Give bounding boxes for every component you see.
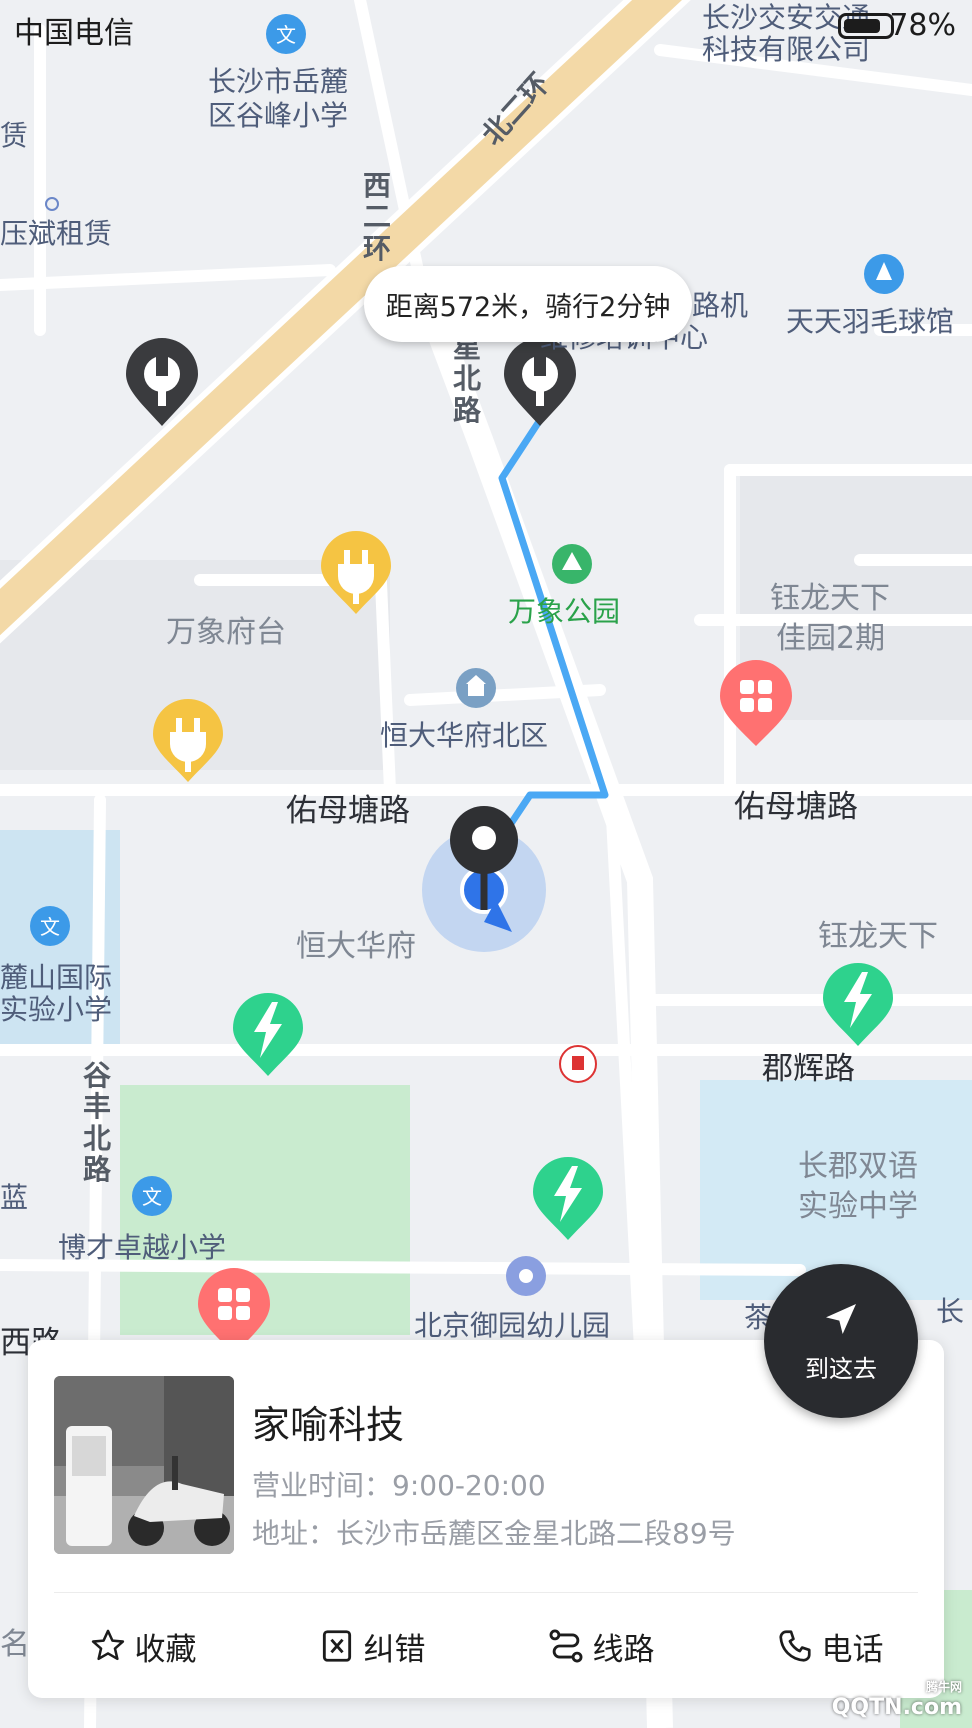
road-label: 郡辉路 [762, 1051, 855, 1087]
route-button[interactable]: 线路 [486, 1598, 715, 1694]
map-label: 赁 [0, 119, 29, 152]
route-label: 线路 [592, 1631, 655, 1668]
map-label: 区谷峰小学 [208, 99, 349, 132]
report-error-button[interactable]: 纠错 [257, 1598, 486, 1694]
school-icon: 文 [30, 906, 70, 946]
phone-label: 电话 [821, 1631, 884, 1668]
road-label: 佑母塘路 [286, 793, 410, 829]
watermark-small: 腾牛网 [925, 1680, 962, 1694]
map-label: 名 [0, 1627, 30, 1662]
star-icon [91, 1629, 124, 1661]
site-watermark: 腾牛网 QQTN.com [832, 1678, 962, 1720]
map-label: 天天羽毛球馆 [786, 305, 955, 338]
shop-name: 家喻科技 [252, 1403, 405, 1447]
route-info-bubble: 距离572米，骑行2分钟 [364, 266, 692, 342]
badminton-icon [864, 254, 904, 294]
map-label: 博才卓越小学 [58, 1231, 227, 1264]
map-label: 北京御园幼儿园 [414, 1309, 611, 1342]
battery-percentage: 78% [889, 8, 956, 43]
carrier-label: 中国电信 [14, 16, 134, 51]
map-label: 实验中学 [798, 1189, 918, 1224]
map-label: 恒大华府 [296, 929, 416, 964]
business-hours: 营业时间：9:00-20:00 [252, 1469, 546, 1502]
navigation-arrow-icon [826, 1303, 856, 1334]
status-bar: 中国电信 78% [0, 0, 972, 54]
map-label: 路机 [692, 289, 749, 322]
divider [54, 1592, 918, 1593]
error-report-icon [322, 1630, 351, 1662]
route-icon [549, 1629, 582, 1663]
svg-text:文: 文 [40, 915, 60, 939]
road-label: 佑母塘路 [734, 789, 858, 825]
svg-text:文: 文 [142, 1185, 162, 1209]
map-label: 万象公园 [508, 595, 621, 628]
map-label: 长 [936, 1295, 965, 1328]
map-label: 长郡双语 [798, 1149, 918, 1184]
map-label: 长沙市岳麓 [208, 65, 349, 98]
map-label: 恒大华府北区 [380, 719, 549, 752]
map-label: 麓山国际 [0, 961, 113, 994]
road-label: 谷丰北路 [82, 1059, 111, 1187]
road-label: 星北路 [452, 331, 481, 427]
map-label: 万象府台 [166, 615, 286, 650]
map-label: 实验小学 [0, 993, 113, 1026]
school-icon: 文 [132, 1176, 172, 1216]
phone-icon [778, 1630, 811, 1662]
favorite-label: 收藏 [134, 1631, 197, 1668]
gas-station-icon [559, 1045, 597, 1083]
watermark-suffix: .com [902, 1695, 962, 1720]
navigate-here-button[interactable]: 到这去 [764, 1264, 918, 1418]
map-label: 钰龙天下 [818, 919, 938, 954]
action-bar: 收藏 纠错 线路 电话 [28, 1598, 944, 1694]
map-label: 佳园2期 [776, 621, 886, 656]
navigate-here-label: 到这去 [805, 1354, 877, 1383]
shop-address: 地址：长沙市岳麓区金星北路二段89号 [252, 1517, 736, 1550]
shop-photo [54, 1376, 234, 1554]
map-label: 蓝 [0, 1181, 29, 1214]
park-icon [552, 544, 592, 584]
map-label: 钰龙天下 [770, 581, 890, 616]
watermark-brand: QQTN [831, 1695, 903, 1720]
kindergarten-icon [506, 1256, 546, 1296]
map-label: 压斌租赁 [0, 217, 113, 250]
residence-icon [456, 668, 496, 708]
battery-icon [838, 13, 894, 39]
road-label: 西二环 [362, 169, 391, 265]
report-error-label: 纠错 [363, 1631, 426, 1668]
favorite-button[interactable]: 收藏 [28, 1598, 257, 1694]
